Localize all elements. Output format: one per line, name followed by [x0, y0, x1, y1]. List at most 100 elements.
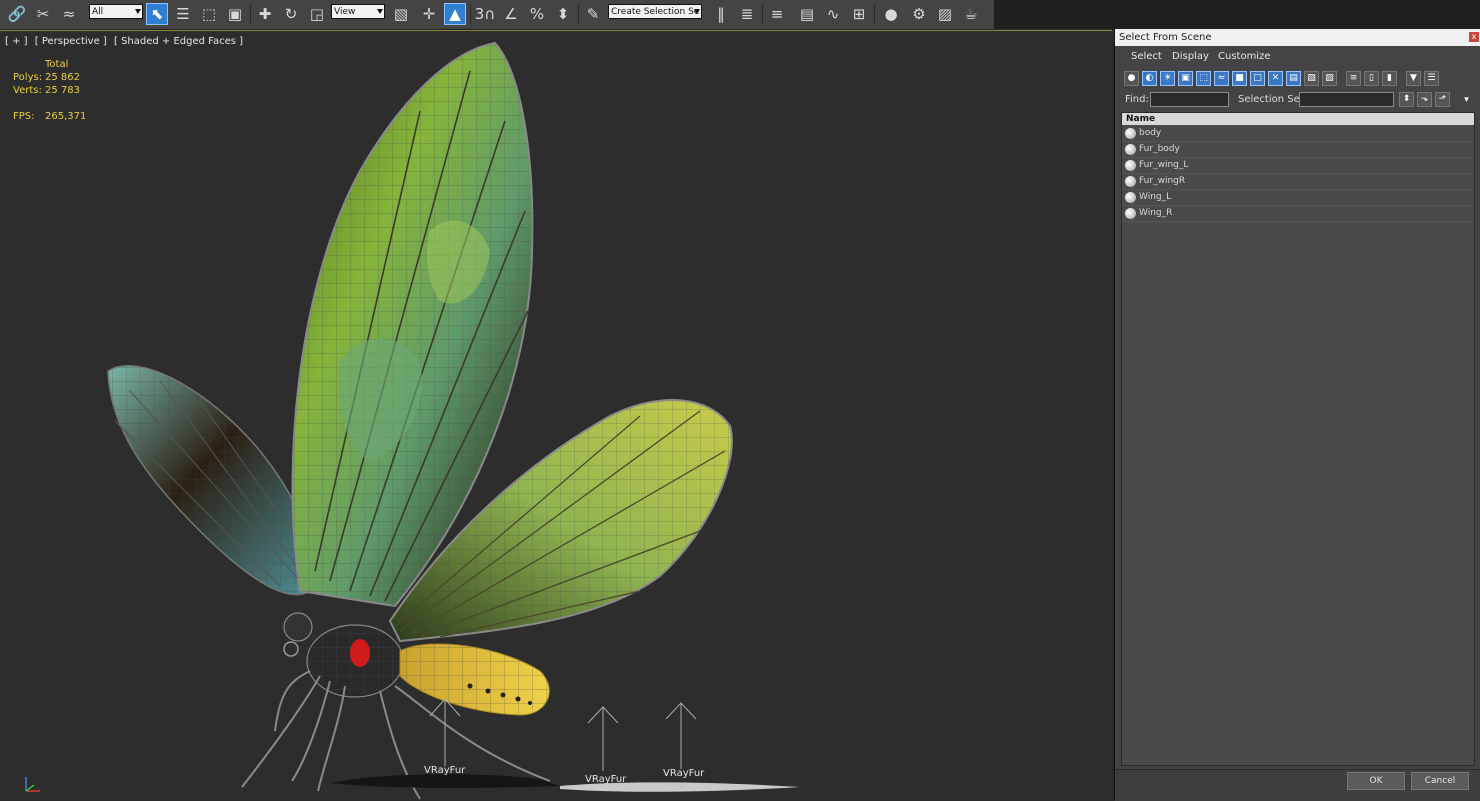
toolbar-empty-area	[994, 0, 1480, 29]
display-shapes-icon[interactable]: ◐	[1142, 71, 1157, 86]
percent-snap-icon[interactable]: %	[526, 3, 548, 25]
viewport-menu-plus[interactable]: [ + ]	[5, 36, 28, 47]
rectangular-selection-icon[interactable]: ⬚	[198, 3, 220, 25]
display-groups-icon[interactable]: ■	[1232, 71, 1247, 86]
select-invert-icon[interactable]: ▮	[1382, 71, 1397, 86]
window-crossing-icon[interactable]: ▣	[224, 3, 246, 25]
geometry-sphere-icon	[1125, 160, 1136, 171]
geometry-sphere-icon	[1125, 192, 1136, 203]
pivot-center-icon[interactable]: ▧	[390, 3, 412, 25]
butterfly-model[interactable]	[0, 31, 1112, 801]
verts-value: 25 783	[45, 85, 80, 96]
display-lights-icon[interactable]: ☀	[1160, 71, 1175, 86]
scale-icon[interactable]: ◲	[306, 3, 328, 25]
find-row: Find: Selection Set: ⬍ ⬎ ⬏ ▾	[1115, 91, 1480, 109]
add-to-selection-set-icon[interactable]: ⬎	[1417, 92, 1432, 107]
menu-select[interactable]: Select	[1131, 51, 1162, 62]
named-selection-set-dropdown[interactable]: Create Selection Se	[608, 4, 702, 19]
display-bones-icon[interactable]: ✕	[1268, 71, 1283, 86]
viewport-label[interactable]: [ + ] [ Perspective ] [ Shaded + Edged F…	[5, 36, 247, 47]
list-item-wing-r[interactable]: Wing_R	[1122, 206, 1474, 222]
rotate-icon[interactable]: ↻	[280, 3, 302, 25]
list-item-body[interactable]: body	[1122, 126, 1474, 142]
select-object-icon[interactable]: ⬉	[146, 3, 168, 25]
abdomen[interactable]	[399, 643, 550, 716]
viewport-shading-mode[interactable]: [ Shaded + Edged Faces ]	[114, 36, 243, 47]
display-hidden-icon[interactable]: ▨	[1322, 71, 1337, 86]
perspective-viewport[interactable]: [ + ] [ Perspective ] [ Shaded + Edged F…	[0, 30, 1112, 800]
selection-filter-dropdown[interactable]: All	[89, 4, 143, 19]
close-icon[interactable]: x	[1469, 32, 1479, 42]
render-production-icon[interactable]: ☕	[960, 3, 982, 25]
vrayfur-label-3: VRayFur	[663, 768, 705, 779]
keyboard-shortcut-override-icon[interactable]: ▲	[444, 3, 466, 25]
polys-value: 25 862	[45, 72, 80, 83]
reference-coordinate-dropdown[interactable]: View	[331, 4, 385, 19]
bind-spacewarp-icon[interactable]: ≈	[58, 3, 80, 25]
list-item-fur-wingr[interactable]: Fur_wingR	[1122, 174, 1474, 190]
dialog-title-bar[interactable]: Select From Scene x	[1115, 29, 1480, 46]
edit-named-selection-icon[interactable]: ✎	[582, 3, 604, 25]
spinner-snap-icon[interactable]: ⬍	[552, 3, 574, 25]
selection-set-label: Selection Set:	[1238, 94, 1308, 105]
axis-tripod-icon	[25, 777, 40, 792]
hierarchy-filter-icon[interactable]: ☰	[1424, 71, 1439, 86]
display-containers-icon[interactable]: ▤	[1286, 71, 1301, 86]
viewport-point-of-view[interactable]: [ Perspective ]	[35, 36, 107, 47]
material-editor-icon[interactable]: ●	[880, 3, 902, 25]
create-selection-set-icon[interactable]: ⬍	[1399, 92, 1414, 107]
curve-editor-icon[interactable]: ∿	[822, 3, 844, 25]
ok-button[interactable]: OK	[1347, 772, 1405, 790]
display-xrefs-icon[interactable]: □	[1250, 71, 1265, 86]
selection-set-dropdown[interactable]	[1299, 92, 1394, 107]
shadow	[330, 774, 800, 792]
list-item-wing-l[interactable]: Wing_L	[1122, 190, 1474, 206]
vrayfur-helpers	[429, 698, 697, 771]
angle-snap-icon[interactable]: ∠	[500, 3, 522, 25]
filter-icon[interactable]: ▼	[1406, 71, 1421, 86]
render-setup-icon[interactable]: ⚙	[908, 3, 930, 25]
mirror-icon[interactable]: ‖	[710, 3, 732, 25]
display-cameras-icon[interactable]: ▣	[1178, 71, 1193, 86]
dialog-filter-toolbar: ● ◐ ☀ ▣ ⬚ ≈ ■ □ ✕ ▤ ▧ ▨ ≡ ▯ ▮ ▼ ☰	[1121, 70, 1475, 90]
toggle-ribbon-icon[interactable]: ▤	[796, 3, 818, 25]
layer-manager-icon[interactable]: ≡	[766, 3, 788, 25]
scene-object-list[interactable]: Name body Fur_body Fur_wing_L Fur_wingR …	[1121, 112, 1475, 766]
chevron-down-icon[interactable]: ▾	[1461, 94, 1472, 105]
wing-left[interactable]	[107, 365, 314, 596]
list-item-fur-wing-l[interactable]: Fur_wing_L	[1122, 158, 1474, 174]
select-all-icon[interactable]: ≡	[1346, 71, 1361, 86]
display-geometry-icon[interactable]: ●	[1124, 71, 1139, 86]
geometry-sphere-icon	[1125, 208, 1136, 219]
display-helpers-icon[interactable]: ⬚	[1196, 71, 1211, 86]
cancel-button[interactable]: Cancel	[1411, 772, 1469, 790]
align-icon[interactable]: ≣	[736, 3, 758, 25]
menu-customize[interactable]: Customize	[1218, 51, 1271, 62]
schematic-view-icon[interactable]: ⊞	[848, 3, 870, 25]
remove-from-selection-set-icon[interactable]: ⬏	[1435, 92, 1450, 107]
unlink-icon[interactable]: ✂	[32, 3, 54, 25]
display-spacewarps-icon[interactable]: ≈	[1214, 71, 1229, 86]
menu-display[interactable]: Display	[1172, 51, 1209, 62]
select-none-icon[interactable]: ▯	[1364, 71, 1379, 86]
select-manipulate-icon[interactable]: ✛	[418, 3, 440, 25]
list-item-fur-body[interactable]: Fur_body	[1122, 142, 1474, 158]
dialog-title: Select From Scene	[1119, 32, 1212, 43]
vrayfur-label-1: VRayFur	[424, 765, 466, 776]
body[interactable]	[283, 612, 404, 698]
link-icon[interactable]: 🔗	[6, 3, 28, 25]
geometry-sphere-icon	[1125, 144, 1136, 155]
move-icon[interactable]: ✚	[254, 3, 276, 25]
main-toolbar: 🔗 ✂ ≈ All ⬉ ☰ ⬚ ▣ ✚ ↻ ◲ View ▧ ✛ ▲ 3 ∩ ∠ …	[0, 0, 994, 30]
snap-toggle-icon[interactable]: 3 ∩	[474, 3, 496, 25]
select-by-name-icon[interactable]: ☰	[172, 3, 194, 25]
find-input[interactable]	[1150, 92, 1229, 107]
geometry-sphere-icon	[1125, 176, 1136, 187]
vrayfur-label-2: VRayFur	[585, 774, 627, 785]
list-header-name[interactable]: Name	[1122, 113, 1474, 125]
rendered-frame-window-icon[interactable]: ▨	[934, 3, 956, 25]
dialog-menu-bar: Select Display Customize	[1115, 49, 1480, 67]
fps-value: 265,371	[45, 111, 87, 122]
verts-label: Verts:	[13, 85, 42, 96]
display-frozen-icon[interactable]: ▧	[1304, 71, 1319, 86]
